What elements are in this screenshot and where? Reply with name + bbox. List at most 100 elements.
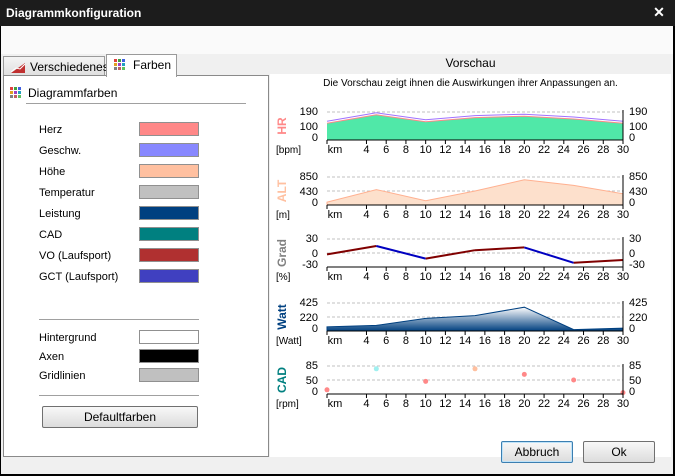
color-swatch[interactable] <box>139 227 199 241</box>
x-tick-label: 18 <box>498 209 510 221</box>
tab-verschiedenes[interactable]: Verschiedenes <box>3 56 109 76</box>
cancel-button[interactable]: Abbruch <box>501 441 573 463</box>
x-tick-label: 26 <box>577 335 589 347</box>
y-tick-label-left: 0 <box>312 132 318 144</box>
colors-group-title: Diagrammfarben <box>28 86 118 100</box>
preview-subtitle: Die Vorschau zeigt ihnen die Auswirkunge… <box>323 78 618 89</box>
chart-unit: [Watt] <box>276 336 302 347</box>
tab-verschiedenes-label: Verschiedenes <box>30 60 109 74</box>
x-tick-label: 6 <box>383 271 389 283</box>
x-tick-label: 6 <box>383 144 389 156</box>
series_colors-label: Herz <box>39 124 63 136</box>
x-tick-label: 4 <box>363 335 369 347</box>
y-tick-label-left: 850 <box>300 171 318 183</box>
base-divider <box>39 395 199 396</box>
x-tick-label: 16 <box>479 144 491 156</box>
x-tick-label: 8 <box>403 335 409 347</box>
color-swatch[interactable] <box>139 185 199 199</box>
x-tick-label: 20 <box>518 209 530 221</box>
x-tick-label: 10 <box>420 398 432 410</box>
x-tick-label: km <box>328 144 343 156</box>
cancel-label: Abbruch <box>514 445 560 459</box>
x-tick-label: 14 <box>459 209 471 221</box>
y-tick-label-right: 85 <box>629 360 641 372</box>
x-tick-label: km <box>328 271 343 283</box>
x-tick-label: 20 <box>518 335 530 347</box>
chart-title: CAD <box>275 367 289 393</box>
x-tick-label: 4 <box>363 271 369 283</box>
chart-unit: [m] <box>276 210 290 221</box>
x-tick-label: 20 <box>518 271 530 283</box>
color-swatch[interactable] <box>139 122 199 136</box>
color-swatch[interactable] <box>139 248 199 262</box>
x-tick-label: 18 <box>498 271 510 283</box>
x-tick-label: 28 <box>597 271 609 283</box>
tab-farben-label: Farben <box>133 58 172 72</box>
x-tick-label: 12 <box>439 144 451 156</box>
series_colors-row: GCT (Laufsport) <box>39 269 209 285</box>
color-swatch[interactable] <box>139 206 199 220</box>
x-tick-label: 12 <box>439 335 451 347</box>
series_colors-label: Höhe <box>39 166 66 178</box>
close-icon[interactable]: ✕ <box>651 4 667 20</box>
x-tick-label: 30 <box>617 209 629 221</box>
color-swatch[interactable] <box>139 269 199 283</box>
x-tick-label: 28 <box>597 398 609 410</box>
grad-segment <box>376 245 426 260</box>
dialog-window: Diagrammkonfiguration ✕ Verschiedenes Fa… <box>0 0 675 476</box>
x-tick-label: 22 <box>538 271 550 283</box>
x-tick-label: 30 <box>617 271 629 283</box>
cad-point <box>521 371 527 377</box>
x-tick-label: 24 <box>558 398 570 410</box>
base_colors-label: Gridlinien <box>39 370 86 382</box>
preview-header: Vorschau <box>270 54 671 74</box>
color-swatch[interactable] <box>139 164 199 178</box>
x-tick-label: 28 <box>597 209 609 221</box>
chart-title: HR <box>275 117 289 135</box>
series_colors-label: GCT (Laufsport) <box>39 271 119 283</box>
x-tick-label: 30 <box>617 144 629 156</box>
x-tick-label: 8 <box>403 398 409 410</box>
base_colors-label: Axen <box>39 351 65 363</box>
x-tick-label: 10 <box>420 209 432 221</box>
base_colors-row: Axen <box>39 349 209 365</box>
x-tick-label: 4 <box>363 144 369 156</box>
color-swatch[interactable] <box>139 143 199 157</box>
grad-segment <box>425 249 476 260</box>
preview-area: Die Vorschau zeigt ihnen die Auswirkunge… <box>270 74 671 457</box>
x-tick-label: 10 <box>420 335 432 347</box>
color-swatch[interactable] <box>139 368 199 382</box>
watt-area <box>326 306 624 332</box>
x-tick-label: 6 <box>383 209 389 221</box>
colors-group-header: Diagrammfarben <box>10 86 118 100</box>
color-swatch[interactable] <box>139 349 199 363</box>
x-tick-label: 28 <box>597 144 609 156</box>
ok-button[interactable]: Ok <box>583 441 655 463</box>
header-divider <box>26 103 246 104</box>
x-tick-label: 30 <box>617 398 629 410</box>
x-tick-label: 16 <box>479 271 491 283</box>
tab-farben[interactable]: Farben <box>106 54 177 77</box>
title-bar[interactable]: Diagrammkonfiguration ✕ <box>0 0 675 26</box>
color-swatch[interactable] <box>139 330 199 344</box>
y-tick-label-right: 0 <box>629 323 635 335</box>
x-tick-label: 22 <box>538 144 550 156</box>
x-tick-label: 26 <box>577 271 589 283</box>
x-tick-label: 4 <box>363 398 369 410</box>
chart-unit: [%] <box>276 272 291 283</box>
y-tick-label-left: -30 <box>302 259 318 271</box>
preview-charts: km 4 6 8 10 12 14 16 18 20 22 24 26 28 30190 190100 1000… <box>275 106 647 410</box>
series_colors-row: Höhe <box>39 164 209 180</box>
y-tick-label-right: -30 <box>629 259 645 271</box>
x-tick-label: 26 <box>577 209 589 221</box>
default-colors-button[interactable]: Defaultfarben <box>42 406 198 428</box>
y-tick-label-left: 85 <box>306 360 318 372</box>
x-tick-label: km <box>328 398 343 410</box>
y-tick-label-left: 0 <box>312 323 318 335</box>
x-tick-label: 24 <box>558 335 570 347</box>
palette-icon <box>10 87 21 98</box>
x-tick-label: 8 <box>403 209 409 221</box>
cad-point <box>373 366 379 372</box>
y-tick-label-left: 190 <box>300 106 318 118</box>
x-tick-label: 14 <box>459 144 471 156</box>
